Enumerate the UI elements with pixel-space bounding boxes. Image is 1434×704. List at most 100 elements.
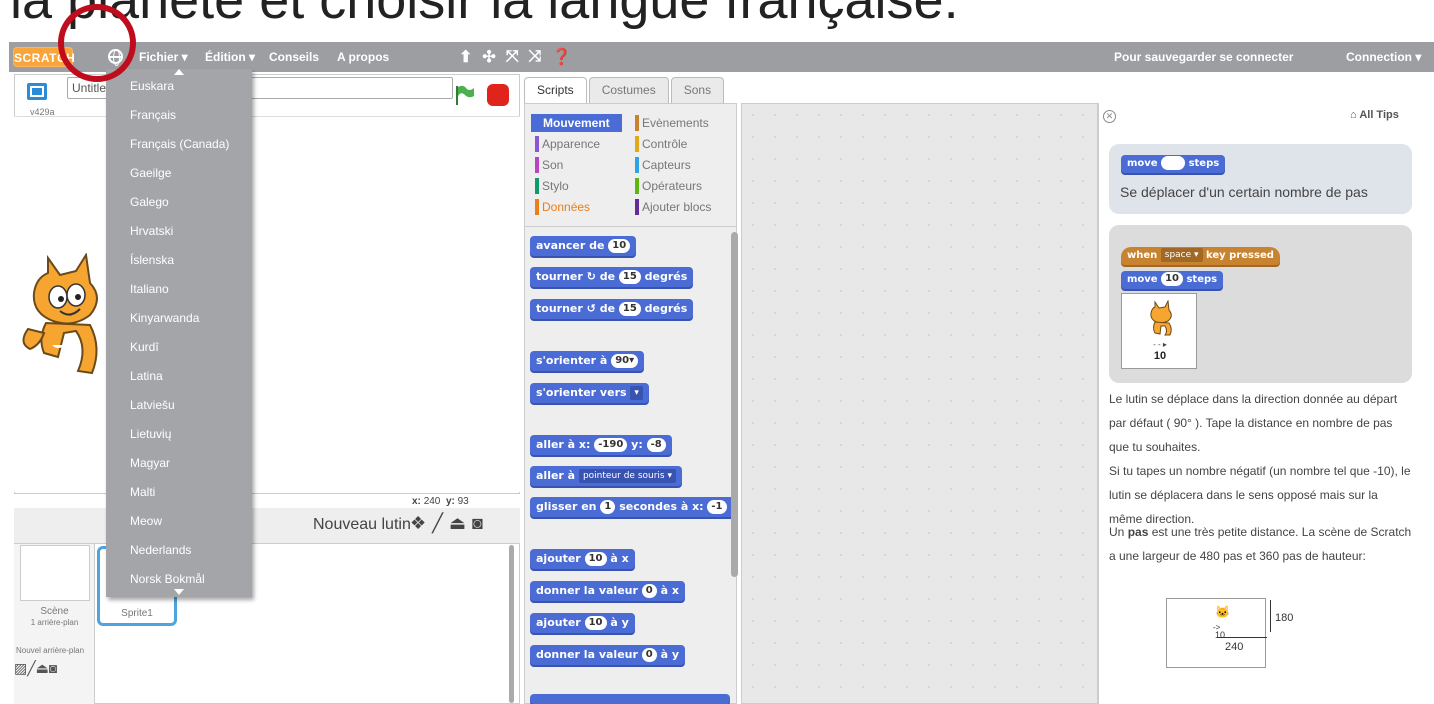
language-dropdown: Euskara Français Français (Canada) Gaeil… xyxy=(106,69,252,597)
duplicate-icon[interactable]: ⬆ xyxy=(459,47,472,67)
cat-sprite-image[interactable] xyxy=(18,253,108,383)
all-tips-link[interactable]: ⌂ All Tips xyxy=(1350,109,1399,121)
block-change-y[interactable]: ajouter 10 à y xyxy=(530,613,635,633)
scroll-down-icon[interactable] xyxy=(174,589,184,595)
category-events[interactable]: Evènements xyxy=(635,114,709,132)
language-option[interactable]: Euskara xyxy=(130,79,174,93)
category-sensing[interactable]: Capteurs xyxy=(635,156,691,174)
mouse-coordinates: x: 240 y: 93 xyxy=(412,496,469,507)
file-menu[interactable]: Fichier ▾ xyxy=(139,42,188,72)
paint-backdrop-icon[interactable]: ╱ xyxy=(27,660,35,676)
category-control[interactable]: Contrôle xyxy=(635,135,687,153)
connect-menu[interactable]: Connection ▾ xyxy=(1346,42,1421,72)
slide-caption: la planète et choisir la langue français… xyxy=(10,0,959,30)
category-operators[interactable]: Opérateurs xyxy=(635,177,702,195)
upload-sprite-icon[interactable]: ⏏ xyxy=(449,513,466,534)
block-move-steps[interactable]: avancer de 10 xyxy=(530,236,637,256)
category-data[interactable]: Données xyxy=(535,198,590,216)
category-more-blocks[interactable]: Ajouter blocs xyxy=(635,198,711,216)
edit-menu[interactable]: Édition ▾ xyxy=(205,42,255,72)
block-glide[interactable]: glisser en 1 secondes à x: -1 xyxy=(530,497,736,517)
language-option[interactable]: Italiano xyxy=(130,282,169,296)
block-turn-left[interactable]: tourner ↺ de 15 degrés xyxy=(530,299,694,319)
coord-x: 240 xyxy=(423,496,441,507)
language-option[interactable]: Magyar xyxy=(130,456,170,470)
block-go-to[interactable]: aller à pointeur de souris ▾ xyxy=(530,466,682,486)
tip-image-number: 10 xyxy=(1153,350,1167,362)
category-sound[interactable]: Son xyxy=(535,156,563,174)
stage-size-diagram: 🐱 -> 10 240 xyxy=(1166,598,1267,668)
language-option[interactable]: Malti xyxy=(130,485,155,499)
menubar: SCRATCH Fichier ▾ Édition ▾ Conseils A p… xyxy=(9,42,1434,72)
block-change-x[interactable]: ajouter 10 à x xyxy=(530,549,635,569)
tip-move-block: move steps xyxy=(1121,155,1226,173)
sprite-library-icon[interactable]: ❖ xyxy=(410,513,426,534)
help-icon[interactable]: ❓ xyxy=(551,47,571,67)
language-option[interactable]: Gaeilge xyxy=(130,166,171,180)
tab-costumes[interactable]: Costumes xyxy=(588,77,669,103)
language-option[interactable]: Français (Canada) xyxy=(130,137,229,151)
language-option[interactable]: Norsk Bokmål xyxy=(130,572,205,586)
block-point-direction[interactable]: s'orienter à 90▾ xyxy=(530,351,645,371)
palette-scrollbar[interactable] xyxy=(731,232,738,577)
language-option[interactable]: Íslenska xyxy=(130,253,174,267)
cat-icon xyxy=(1150,300,1172,336)
grow-icon[interactable]: ⤧ xyxy=(506,48,519,66)
paint-sprite-icon[interactable]: ╱ xyxy=(432,513,443,534)
block-point-towards[interactable]: s'orienter vers ▾ xyxy=(530,383,649,403)
block-go-to-xy[interactable]: aller à x: -190 y: -8 xyxy=(530,435,672,455)
tab-sounds[interactable]: Sons xyxy=(670,77,725,103)
scroll-up-icon[interactable] xyxy=(174,69,184,75)
shrink-icon[interactable]: ⤨ xyxy=(529,48,542,66)
diagram-height-label: 180 xyxy=(1275,612,1294,624)
category-looks[interactable]: Apparence xyxy=(535,135,600,153)
language-option[interactable]: Nederlands xyxy=(130,543,191,557)
language-option[interactable]: Latina xyxy=(130,369,163,383)
block-partial[interactable] xyxy=(530,694,730,704)
block-set-x[interactable]: donner la valeur 0 à x xyxy=(530,581,685,601)
backdrop-camera-icon[interactable]: ◙ xyxy=(49,660,57,676)
save-login-link[interactable]: Pour sauvegarder se connecter xyxy=(1114,42,1293,72)
camera-icon[interactable]: ◙ xyxy=(472,513,483,534)
tab-scripts[interactable]: Scripts xyxy=(524,77,587,103)
category-pen[interactable]: Stylo xyxy=(535,177,569,195)
language-option[interactable]: Kurdî xyxy=(130,340,159,354)
tip-move-10-block: move 10 steps xyxy=(1121,271,1224,289)
backdrop-library-icon[interactable]: ▨ xyxy=(14,660,27,676)
palette-divider xyxy=(524,226,737,227)
scene-thumbnail[interactable] xyxy=(20,545,90,601)
tip-paragraph-3: Un pas est une très petite distance. La … xyxy=(1109,525,1412,563)
cut-icon[interactable]: ✣ xyxy=(482,47,495,67)
editor-tabs: Scripts Costumes Sons xyxy=(524,77,726,103)
language-option[interactable]: Hrvatski xyxy=(130,224,173,238)
diagram-width-label: 240 xyxy=(1225,641,1244,653)
diagram-height-line xyxy=(1270,600,1271,632)
upload-backdrop-icon[interactable]: ⏏ xyxy=(36,660,49,676)
script-area[interactable] xyxy=(741,103,1098,704)
highlight-circle xyxy=(58,4,136,82)
language-option[interactable]: Latviešu xyxy=(130,398,175,412)
language-option[interactable]: Français xyxy=(130,108,176,122)
language-option[interactable]: Galego xyxy=(130,195,169,209)
block-turn-right[interactable]: tourner ↻ de 15 degrés xyxy=(530,267,694,287)
diagram-width-line xyxy=(1217,637,1267,638)
tips-menu[interactable]: Conseils xyxy=(269,42,319,72)
new-backdrop-tools: ▨╱⏏◙ xyxy=(14,660,57,677)
green-flag-icon[interactable] xyxy=(453,84,475,106)
tip-paragraph-1: Le lutin se déplace dans la direction do… xyxy=(1109,392,1398,454)
coord-y: 93 xyxy=(457,496,469,507)
about-menu[interactable]: A propos xyxy=(337,42,389,72)
stop-icon[interactable] xyxy=(487,84,509,106)
fullscreen-icon[interactable] xyxy=(27,83,47,100)
sprite-pane-scrollbar[interactable] xyxy=(509,545,514,703)
close-icon[interactable]: ✕ xyxy=(1103,110,1116,123)
block-set-y[interactable]: donner la valeur 0 à y xyxy=(530,645,686,665)
category-motion[interactable]: Mouvement xyxy=(531,114,622,132)
language-option[interactable]: Lietuvių xyxy=(130,427,171,441)
language-option[interactable]: Kinyarwanda xyxy=(130,311,199,325)
tip-when-key-block: when space ▾ key pressed xyxy=(1121,247,1280,265)
scene-backdrop-count: 1 arrière-plan xyxy=(30,618,79,627)
sprite1-label: Sprite1 xyxy=(121,608,153,619)
turn-right-icon: ↻ xyxy=(586,270,596,283)
language-option[interactable]: Meow xyxy=(130,514,162,528)
